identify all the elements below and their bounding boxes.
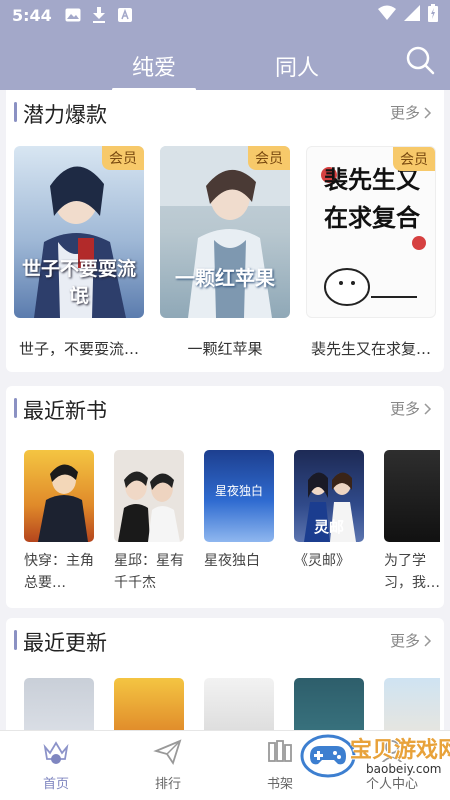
book-item[interactable]: 一颗红苹果 会员 一颗红苹果 — [160, 146, 290, 359]
chevron-right-icon — [424, 106, 432, 119]
chevron-right-icon — [424, 634, 432, 647]
book-cover: 灵邮 — [294, 450, 364, 542]
book-cover — [114, 450, 184, 542]
section-recent-updates: 最近更新 更多 — [6, 618, 444, 738]
chevron-right-icon — [424, 402, 432, 415]
book-title: 快穿：主角总要… — [24, 553, 94, 591]
status-bar: 5:44 — [0, 0, 450, 30]
more-link[interactable]: 更多 — [390, 398, 432, 419]
book-item[interactable]: 裴先生又在求复合 会员 裴先生又在求复… — [306, 146, 436, 359]
wifi-icon — [378, 5, 396, 25]
book-title: 星夜独白 — [204, 553, 260, 569]
more-label: 更多 — [389, 104, 420, 122]
nav-ranking[interactable]: 排行 — [128, 737, 208, 792]
section-title: 潜力爆款 — [23, 103, 107, 127]
book-item[interactable]: 为了学习，我… — [384, 450, 440, 594]
section-recent-new-books: 最近新书 更多 快穿：主角总要… 星邱：星有千千杰 星夜独白 星夜独白 灵邮 《… — [6, 386, 444, 608]
watermark-url: baobeiy.com — [362, 762, 446, 776]
more-link[interactable]: 更多 — [390, 630, 432, 651]
section-accent-bar — [14, 398, 17, 418]
book-cover[interactable] — [24, 678, 94, 738]
section-potential-hits: 潜力爆款 更多 世子不要耍流氓 会员 世子，不要耍流… 一颗红苹果 会员 一颗红… — [6, 90, 444, 372]
vip-badge: 会员 — [248, 146, 290, 170]
watermark-text: 宝贝游戏网 — [350, 738, 450, 763]
book-title: 一颗红苹果 — [187, 340, 263, 358]
book-item[interactable]: 灵邮 《灵邮》 — [294, 450, 364, 572]
book-cover: 星夜独白 — [204, 450, 274, 542]
paper-plane-icon — [153, 737, 183, 767]
bookshelf-icon — [265, 737, 295, 767]
top-header: 纯爱 同人 — [0, 30, 450, 91]
book-title: 为了学习，我… — [384, 553, 440, 591]
book-cover: 世子不要耍流氓 会员 — [14, 146, 144, 318]
tab-chunai[interactable]: 纯爱 — [132, 50, 176, 82]
book-item[interactable]: 星夜独白 星夜独白 — [204, 450, 274, 572]
section-accent-bar — [14, 102, 17, 122]
signal-icon — [404, 5, 420, 25]
book-item[interactable]: 星邱：星有千千杰 — [114, 450, 184, 594]
book-title: 星邱：星有千千杰 — [114, 553, 184, 591]
section-title: 最近新书 — [23, 399, 107, 423]
tab-tongren[interactable]: 同人 — [275, 50, 319, 82]
app-notification-icon — [116, 6, 134, 24]
book-title: 《灵邮》 — [294, 553, 350, 569]
book-cover[interactable] — [204, 678, 274, 738]
cover-title-text: 世子不要耍流氓 — [21, 258, 136, 307]
battery-icon — [428, 4, 438, 26]
more-label: 更多 — [389, 632, 420, 650]
book-cover — [384, 450, 440, 542]
search-button[interactable] — [404, 44, 436, 76]
book-cover — [24, 450, 94, 542]
nav-home[interactable]: 首页 — [16, 737, 96, 792]
cover-title-text: 灵邮 — [313, 518, 344, 536]
book-item[interactable]: 世子不要耍流氓 会员 世子，不要耍流… — [14, 146, 144, 359]
vip-badge: 会员 — [393, 147, 435, 171]
book-title: 世子，不要耍流… — [18, 340, 139, 358]
cover-title-text: 裴先生又在求复合 — [324, 166, 420, 232]
book-item[interactable]: 快穿：主角总要… — [24, 450, 94, 594]
image-notification-icon — [64, 6, 82, 24]
section-header: 最近新书 更多 — [6, 386, 444, 430]
search-icon — [406, 46, 435, 75]
section-header: 潜力爆款 更多 — [6, 90, 444, 134]
home-crown-icon — [41, 737, 71, 767]
book-cover[interactable] — [114, 678, 184, 738]
book-title: 裴先生又在求复… — [310, 340, 431, 358]
book-cover: 裴先生又在求复合 会员 — [306, 146, 436, 318]
nav-label: 首页 — [42, 777, 69, 792]
section-title: 最近更新 — [23, 631, 107, 655]
section-header: 最近更新 更多 — [6, 618, 444, 662]
more-label: 更多 — [389, 400, 420, 418]
watermark: 宝贝游戏网 baobeiy.com — [300, 728, 450, 780]
download-icon — [90, 6, 108, 24]
book-cover: 一颗红苹果 会员 — [160, 146, 290, 318]
nav-label: 排行 — [154, 777, 181, 792]
status-time: 5:44 — [12, 5, 52, 25]
cover-title-text: 星夜独白 — [214, 484, 263, 498]
cover-title-text: 一颗红苹果 — [175, 266, 275, 290]
vip-badge: 会员 — [102, 146, 144, 170]
gamepad-logo-icon — [300, 734, 356, 778]
more-link[interactable]: 更多 — [390, 102, 432, 123]
section-accent-bar — [14, 630, 17, 650]
